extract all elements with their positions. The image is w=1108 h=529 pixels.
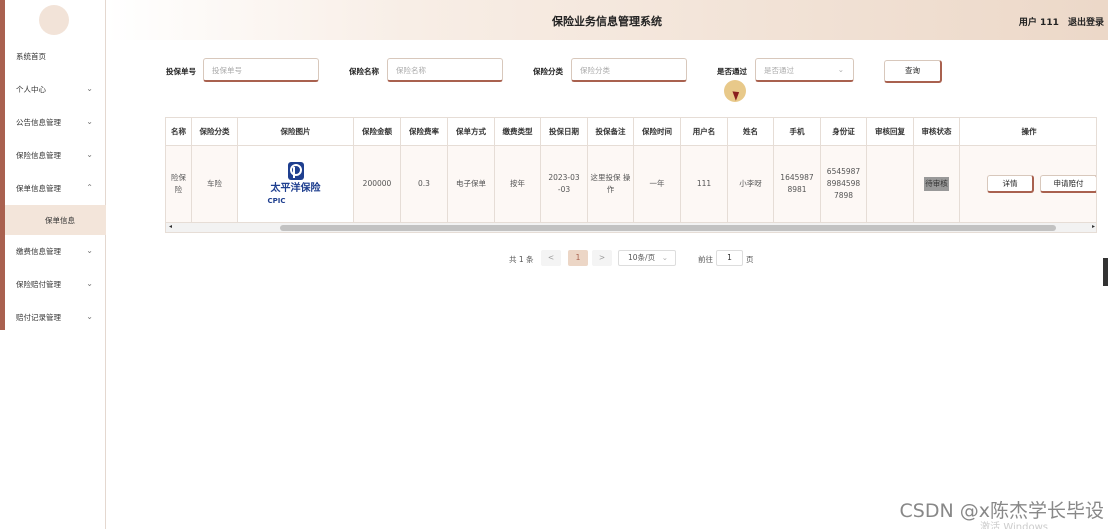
column-header: 名称: [166, 118, 192, 145]
side-scroll-tab[interactable]: [1103, 258, 1108, 286]
policy-no-input[interactable]: 投保单号: [203, 58, 319, 82]
page-size-select[interactable]: 10条/页 ⌄: [618, 250, 676, 266]
policy-table: 名称 保险分类 保险图片 保险金额 保险费率 保单方式 缴费类型 投保日期 投保…: [165, 117, 1097, 233]
table-row: 险保险 车险 太平洋保险 CPIC 200000 0.3 电子保单 按年 202…: [166, 146, 1096, 222]
column-header: 保单方式: [448, 118, 495, 145]
cell-amount: 200000: [354, 146, 401, 222]
sidebar-subitem-policy-info[interactable]: 保单信息: [5, 205, 106, 235]
cell-username: 111: [681, 146, 728, 222]
chevron-down-icon: ⌄: [86, 246, 93, 255]
cell-insurance-name: 险保险: [166, 146, 192, 222]
user-area: 用户 111 退出登录: [1013, 15, 1104, 28]
column-header: 保险时间: [634, 118, 681, 145]
sidebar-item-policy-management[interactable]: 保单信息管理 ⌃: [5, 172, 106, 205]
chevron-up-icon: ⌃: [86, 183, 93, 192]
sidebar-item-home[interactable]: 系统首页: [5, 40, 106, 73]
column-header: 保险金额: [354, 118, 401, 145]
sidebar-item-personal-center[interactable]: 个人中心 ⌄: [5, 73, 106, 106]
cell-phone: 1645987 8981: [774, 146, 821, 222]
column-header: 审核回复: [867, 118, 914, 145]
cell-insurance-image: 太平洋保险 CPIC: [238, 146, 354, 222]
insurance-name-input[interactable]: 保险名称: [387, 58, 503, 82]
cell-status: 待审核: [914, 146, 960, 222]
detail-button[interactable]: 详情: [987, 175, 1034, 193]
cell-id-card: 6545987 8984598 7898: [821, 146, 867, 222]
table-header: 名称 保险分类 保险图片 保险金额 保险费率 保单方式 缴费类型 投保日期 投保…: [166, 118, 1096, 146]
column-header: 用户名: [681, 118, 728, 145]
scroll-right-icon[interactable]: ▸: [1092, 223, 1095, 230]
goto-label: 前往: [698, 255, 713, 264]
next-page-button[interactable]: >: [592, 250, 612, 266]
apply-claim-button[interactable]: 申请赔付: [1040, 175, 1096, 193]
top-header: 保险业务信息管理系统 用户 111 退出登录: [106, 0, 1108, 40]
chevron-down-icon: ⌄: [837, 65, 844, 74]
cell-reply: [867, 146, 914, 222]
column-header: 投保日期: [541, 118, 588, 145]
sidebar-menu: 系统首页 个人中心 ⌄ 公告信息管理 ⌄ 保险信息管理 ⌄ 保单信息管理 ⌃ 保单信息 …: [5, 40, 106, 334]
insurance-category-input[interactable]: 保险分类: [571, 58, 687, 82]
sidebar: 系统首页 个人中心 ⌄ 公告信息管理 ⌄ 保险信息管理 ⌄ 保单信息管理 ⌃ 保单信息 …: [0, 0, 106, 529]
page-title: 保险业务信息管理系统: [552, 15, 662, 28]
cell-period: 一年: [634, 146, 681, 222]
cpic-logo: 太平洋保险 CPIC: [266, 158, 326, 210]
username-label: 用户 111: [1018, 18, 1059, 28]
sidebar-item-claim-management[interactable]: 保险赔付管理 ⌄: [5, 268, 106, 301]
page-button-1[interactable]: 1: [568, 250, 588, 266]
policy-no-label: 投保单号: [166, 67, 196, 76]
insurance-name-label: 保险名称: [349, 67, 379, 76]
cell-date: 2023-03 -03: [541, 146, 588, 222]
chevron-down-icon: ⌄: [86, 84, 93, 93]
cell-method: 电子保单: [448, 146, 495, 222]
cell-pay-type: 按年: [495, 146, 541, 222]
column-header: 手机: [774, 118, 821, 145]
column-header: 缴费类型: [495, 118, 541, 145]
scrollbar-thumb[interactable]: [280, 225, 1056, 231]
sidebar-item-notice-management[interactable]: 公告信息管理 ⌄: [5, 106, 106, 139]
chevron-down-icon: ⌄: [86, 150, 93, 159]
chevron-down-icon: ⌄: [86, 279, 93, 288]
chevron-down-icon: ⌄: [86, 117, 93, 126]
column-header: 操作: [1021, 126, 1037, 136]
cell-remark: 这里投保 操作: [588, 146, 634, 222]
page-suffix-label: 页: [746, 255, 754, 264]
sidebar-item-claim-records[interactable]: 赔付记录管理 ⌄: [5, 301, 106, 334]
logout-link[interactable]: 退出登录: [1068, 18, 1104, 28]
column-header: 投保备注: [588, 118, 634, 145]
column-header: 身份证: [821, 118, 867, 145]
sidebar-item-payment-management[interactable]: 缴费信息管理 ⌄: [5, 235, 106, 268]
status-badge: 待审核: [924, 177, 949, 191]
cell-rate: 0.3: [401, 146, 448, 222]
prev-page-button[interactable]: <: [541, 250, 561, 266]
column-header: 保险图片: [238, 118, 354, 145]
column-header: 保险费率: [401, 118, 448, 145]
insurance-category-label: 保险分类: [533, 67, 563, 76]
cell-category: 车险: [192, 146, 238, 222]
windows-activation-watermark: 激活 Windows: [980, 522, 1048, 529]
column-header: 审核状态: [914, 118, 960, 145]
column-header: 姓名: [728, 118, 774, 145]
cell-actions: 详情 申请赔付: [960, 146, 1096, 222]
sidebar-item-insurance-management[interactable]: 保险信息管理 ⌄: [5, 139, 106, 172]
logo-text-cn: 太平洋保险: [270, 183, 321, 194]
avatar[interactable]: [39, 5, 69, 35]
approved-select[interactable]: 是否通过 ⌄: [755, 58, 854, 82]
cpic-logo-icon: [287, 162, 304, 180]
horizontal-scrollbar[interactable]: ◂ ▸: [166, 222, 1096, 232]
logo-text-en: CPIC: [267, 197, 286, 205]
total-count: 共 1 条: [509, 255, 534, 264]
chevron-down-icon: ⌄: [661, 253, 668, 262]
scroll-left-icon[interactable]: ◂: [169, 223, 172, 230]
column-header: 保险分类: [192, 118, 238, 145]
approved-label: 是否通过: [717, 67, 747, 76]
cell-real-name: 小李呀: [728, 146, 774, 222]
goto-page-input[interactable]: 1: [716, 250, 743, 266]
chevron-down-icon: ⌄: [86, 312, 93, 321]
query-button[interactable]: 查询: [884, 60, 942, 83]
